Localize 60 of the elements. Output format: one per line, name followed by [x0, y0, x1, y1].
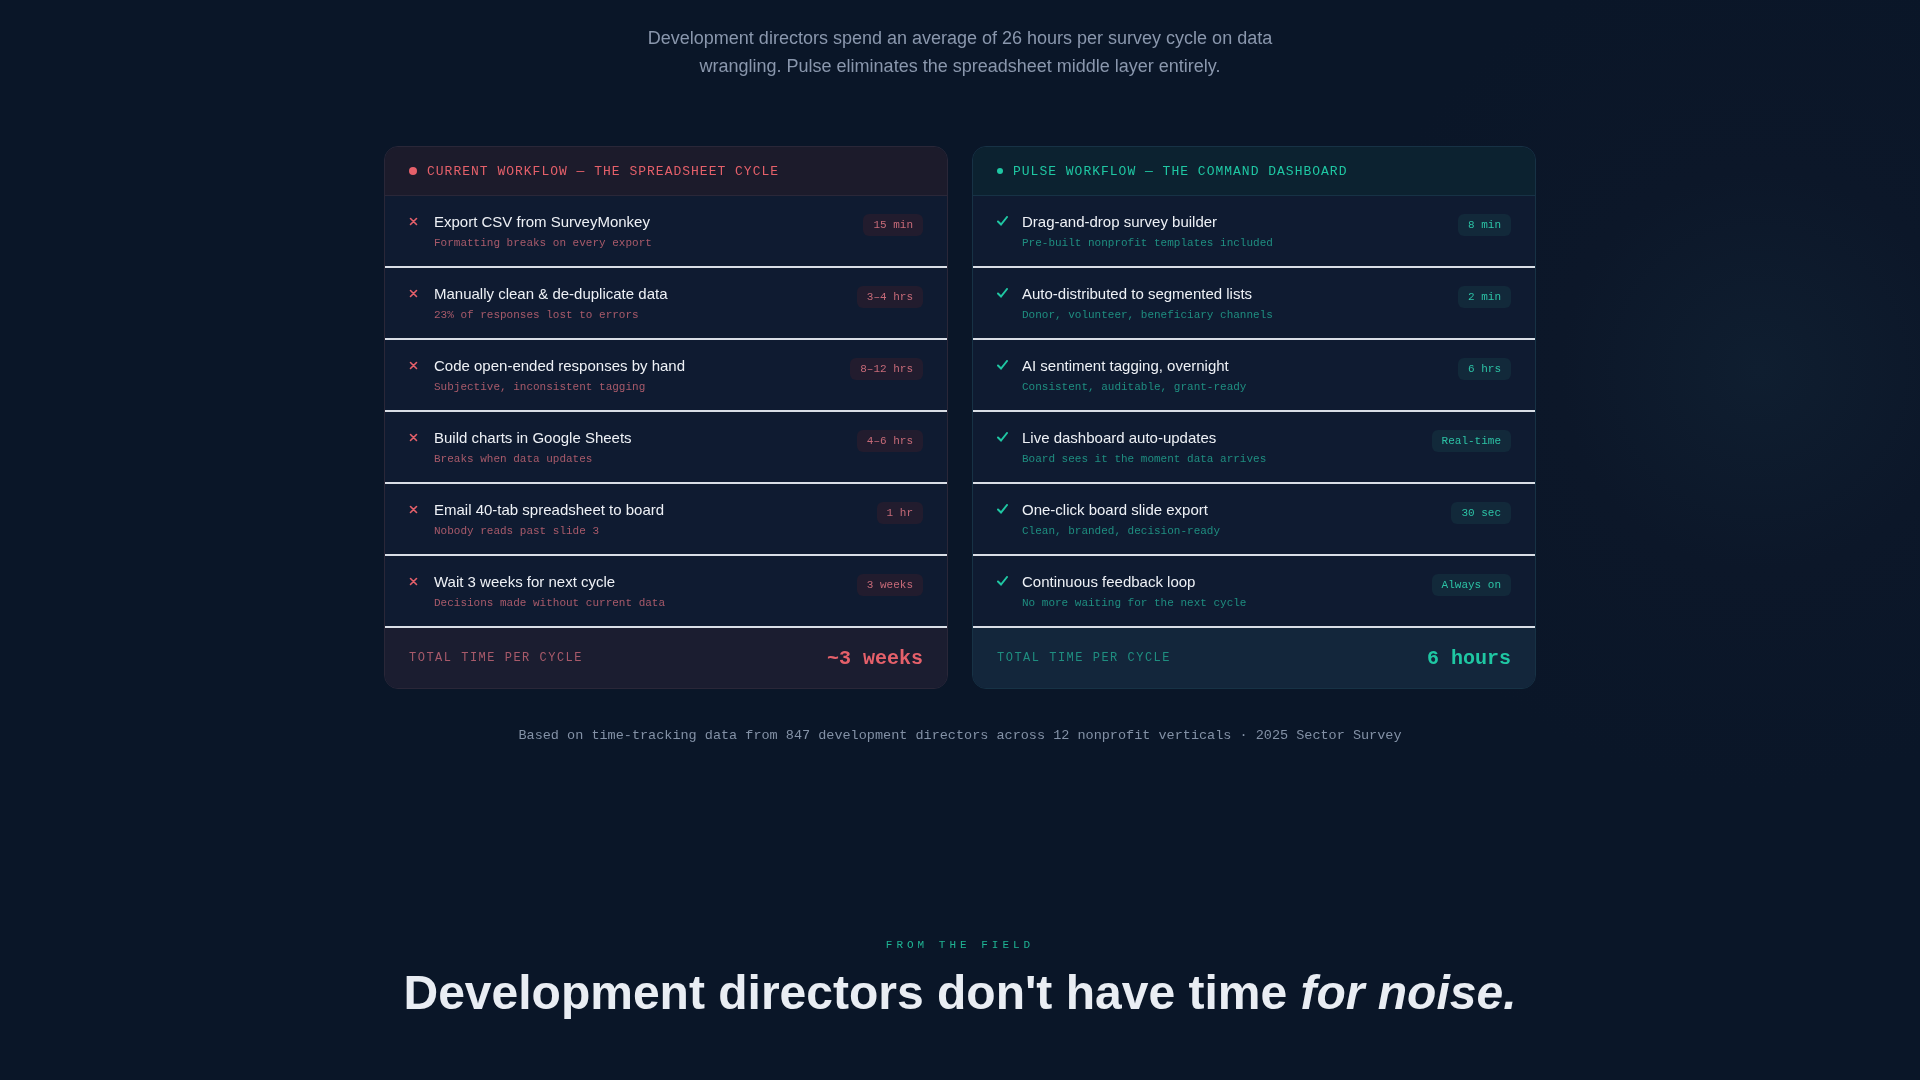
card-title: CURRENT WORKFLOW — THE SPREADSHEET CYCLE: [427, 163, 780, 179]
step-note: Board sees it the moment data arrives: [1022, 453, 1268, 465]
step-note: No more waiting for the next cycle: [1022, 597, 1248, 609]
time-badge: 8 min: [1458, 214, 1511, 236]
time-badge: 3–4 hrs: [856, 286, 923, 308]
step-note: Subjective, inconsistent tagging: [434, 381, 647, 393]
check-icon: [997, 432, 1008, 442]
cross-icon: [409, 289, 418, 298]
check-icon: [997, 216, 1008, 226]
time-badge: 6 hrs: [1458, 358, 1511, 380]
source-note: Based on time-tracking data from 847 development directors across 12 nonprofit verticals · 2025 Sector Survey: [518, 728, 1402, 743]
section-eyebrow: FROM THE FIELD: [885, 939, 1035, 951]
step-title: One-click board slide export: [1022, 500, 1209, 520]
time-badge: Real-time: [1431, 430, 1511, 452]
total-value: ~3 weeks: [827, 646, 923, 670]
step-note: 23% of responses lost to errors: [434, 309, 640, 321]
time-badge: 30 sec: [1451, 502, 1511, 524]
check-icon: [997, 288, 1008, 298]
step-note: Formatting breaks on every export: [434, 237, 653, 249]
step-note: Nobody reads past slide 3: [434, 525, 601, 537]
step-note: Breaks when data updates: [434, 453, 594, 465]
step-title: Code open-ended responses by hand: [434, 356, 687, 376]
time-badge: 1 hr: [876, 502, 923, 524]
cross-icon: [409, 433, 418, 442]
time-badge: 15 min: [863, 214, 923, 236]
step-note: Donor, volunteer, beneficiary channels: [1022, 309, 1274, 321]
check-icon: [997, 360, 1008, 370]
step-note: Pre-built nonprofit templates included: [1022, 237, 1274, 249]
step-note: Consistent, auditable, grant-ready: [1022, 381, 1248, 393]
total-label: TOTAL TIME PER CYCLE: [409, 651, 584, 665]
step-title: Drag-and-drop survey builder: [1022, 212, 1219, 232]
cross-icon: [409, 505, 418, 514]
check-icon: [997, 504, 1008, 514]
status-dot-icon: [409, 167, 417, 175]
card-title: PULSE WORKFLOW — THE COMMAND DASHBOARD: [1013, 163, 1348, 179]
step-title: AI sentiment tagging, overnight: [1022, 356, 1230, 376]
intro-text: Development directors spend an average of 26 hours per survey cycle on data wrangling. Pulse eliminates the spreadsheet middle layer entirely.: [646, 27, 1274, 78]
step-title: Continuous feedback loop: [1022, 572, 1197, 592]
check-icon: [997, 576, 1008, 586]
total-label: TOTAL TIME PER CYCLE: [997, 651, 1172, 665]
section-heading: Development directors don't have time for noise.: [403, 965, 1517, 1020]
step-title: Export CSV from SurveyMonkey: [434, 212, 651, 232]
step-title: Live dashboard auto-updates: [1022, 428, 1218, 448]
status-dot-icon: [997, 168, 1003, 174]
total-value: 6 hours: [1427, 646, 1511, 670]
step-note: Decisions made without current data: [434, 597, 667, 609]
step-title: Wait 3 weeks for next cycle: [434, 572, 617, 592]
step-title: Build charts in Google Sheets: [434, 428, 633, 448]
time-badge: 2 min: [1458, 286, 1511, 308]
cross-icon: [409, 217, 418, 226]
cross-icon: [409, 577, 418, 586]
time-badge: 3 weeks: [856, 574, 923, 596]
time-badge: 8–12 hrs: [850, 358, 923, 380]
step-title: Email 40-tab spreadsheet to board: [434, 500, 666, 520]
step-note: Clean, branded, decision-ready: [1022, 525, 1222, 537]
cross-icon: [409, 361, 418, 370]
step-title: Manually clean & de-duplicate data: [434, 284, 669, 304]
step-title: Auto-distributed to segmented lists: [1022, 284, 1254, 304]
time-badge: 4–6 hrs: [856, 430, 923, 452]
time-badge: Always on: [1431, 574, 1511, 596]
